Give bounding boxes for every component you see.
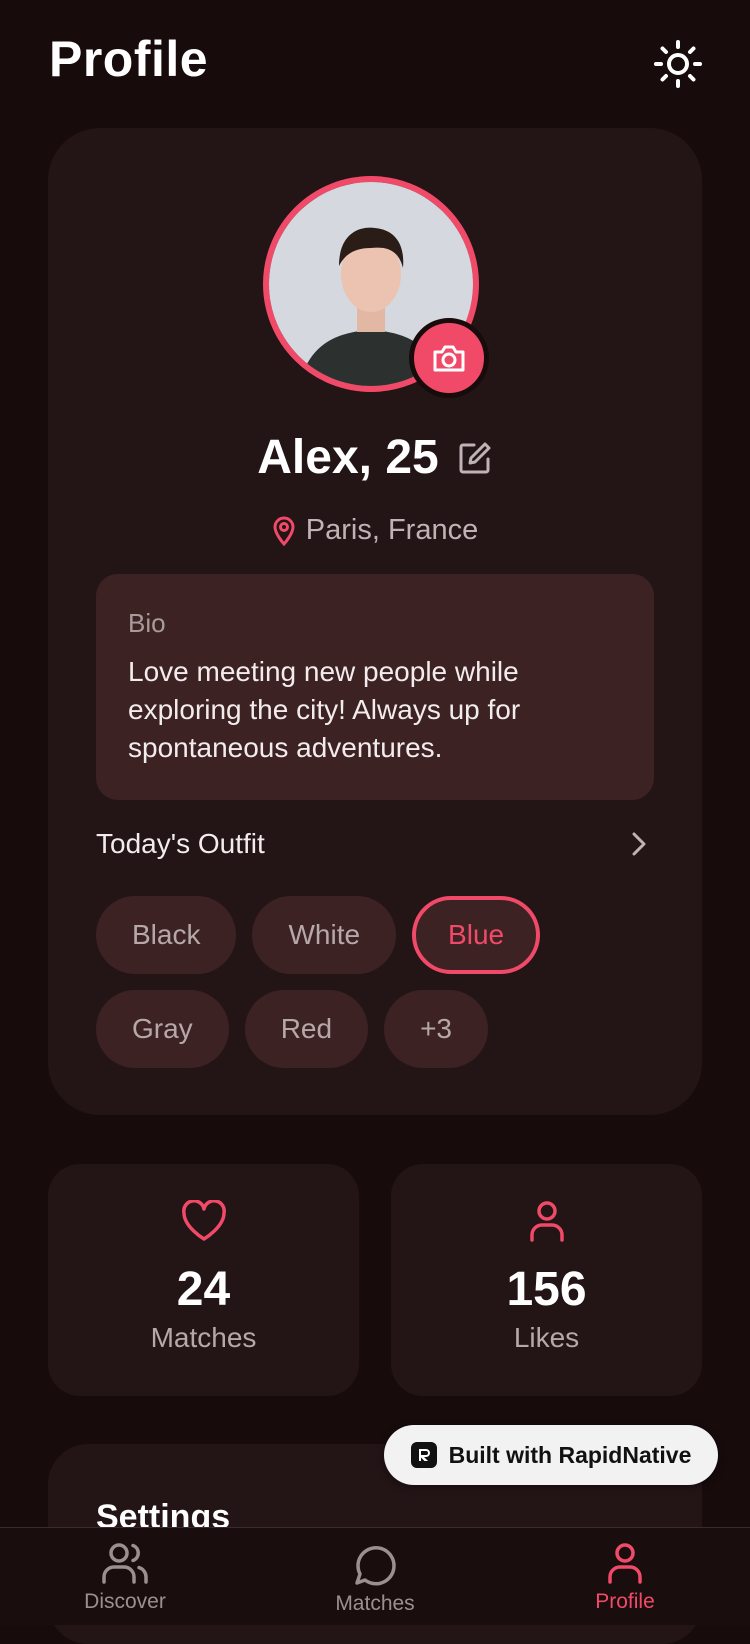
bottom-tab-bar: Discover Matches Profile <box>0 1527 750 1625</box>
color-chip-black[interactable]: Black <box>96 896 237 974</box>
chat-bubble-icon <box>355 1546 396 1586</box>
matches-stat-card[interactable]: 24 Matches <box>48 1164 359 1396</box>
tab-profile[interactable]: Profile <box>545 1542 705 1614</box>
users-icon <box>102 1543 148 1584</box>
edit-profile-button[interactable] <box>457 440 493 476</box>
bio-label: Bio <box>128 608 166 638</box>
likes-label: Likes <box>513 1322 580 1353</box>
location-row: Paris, France <box>48 514 702 547</box>
likes-count: 156 <box>506 1263 587 1316</box>
location-pin-icon <box>273 516 295 546</box>
profile-name: Alex, 25 <box>257 431 439 484</box>
outfit-header[interactable]: Today's Outfit <box>96 828 654 860</box>
profile-card: Alex, 25 Paris, France Bio Love meeting … <box>48 128 702 1115</box>
name-row: Alex, 25 <box>48 430 702 485</box>
color-chip-blue[interactable]: Blue <box>412 896 541 974</box>
more-colors-chip[interactable]: +3 <box>384 990 488 1068</box>
sun-icon <box>654 40 702 88</box>
camera-icon <box>433 345 465 372</box>
tab-discover-label: Discover <box>84 1590 166 1613</box>
user-icon <box>529 1201 564 1242</box>
built-with-label: Built with RapidNative <box>448 1441 692 1468</box>
tab-matches-label: Matches <box>335 1592 415 1615</box>
tab-matches[interactable]: Matches <box>295 1542 455 1616</box>
color-chip-red[interactable]: Red <box>244 990 369 1068</box>
outfit-color-chips: Black White Blue Gray Red +3 <box>96 896 656 1068</box>
outfit-arrow-button[interactable] <box>624 829 654 859</box>
color-chip-gray[interactable]: Gray <box>96 990 229 1068</box>
matches-label: Matches <box>150 1322 257 1353</box>
theme-toggle-button[interactable] <box>652 38 704 90</box>
tab-discover[interactable]: Discover <box>45 1542 205 1614</box>
bio-text: Love meeting new people while exploring … <box>128 656 521 763</box>
likes-stat-card[interactable]: 156 Likes <box>391 1164 702 1396</box>
tab-profile-label: Profile <box>595 1590 655 1613</box>
location-text: Paris, France <box>305 514 479 546</box>
matches-count: 24 <box>176 1263 231 1316</box>
bio-box: Bio Love meeting new people while explor… <box>96 574 654 800</box>
edit-icon <box>459 442 491 473</box>
change-photo-button[interactable] <box>409 318 489 398</box>
color-chip-white[interactable]: White <box>252 896 397 974</box>
chevron-right-icon <box>632 832 646 856</box>
built-with-badge[interactable]: Built with RapidNative <box>384 1425 718 1485</box>
page-title: Profile <box>49 31 209 87</box>
outfit-title: Today's Outfit <box>96 828 265 859</box>
profile-tab-icon <box>608 1543 642 1584</box>
heart-icon <box>181 1200 226 1241</box>
rapidnative-logo-icon <box>410 1442 437 1468</box>
